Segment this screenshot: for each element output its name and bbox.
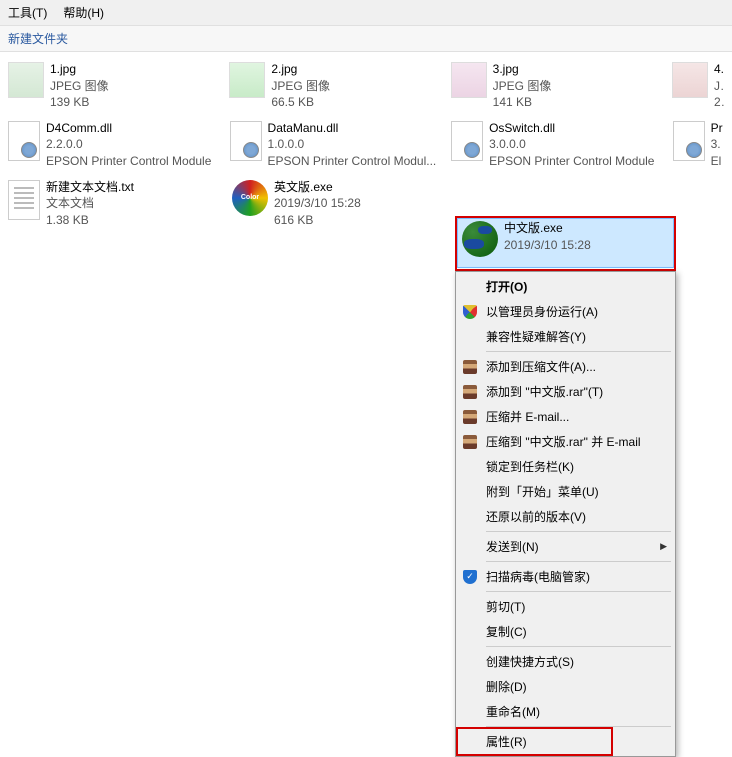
menu-compress-email[interactable]: 压缩并 E-mail... <box>458 404 673 429</box>
archive-icon <box>462 434 478 450</box>
txt-icon <box>8 180 40 220</box>
file-name: D4Comm.dll <box>46 121 211 137</box>
file-name: DataManu.dll <box>268 121 437 137</box>
file-item[interactable]: DataManu.dll 1.0.0.0 EPSON Printer Contr… <box>226 119 448 178</box>
menu-separator <box>486 561 671 562</box>
file-item[interactable]: 新建文本文档.txt 文本文档 1.38 KB <box>4 178 228 237</box>
file-item[interactable]: 3.jpg JPEG 图像 141 KB <box>447 60 668 119</box>
menu-separator <box>486 726 671 727</box>
menu-create-shortcut[interactable]: 创建快捷方式(S) <box>458 649 673 674</box>
file-size: 66.5 KB <box>271 95 330 111</box>
jpeg-thumbnail-icon <box>8 62 44 98</box>
exe-globe-icon <box>462 221 498 257</box>
menu-separator <box>486 351 671 352</box>
dll-icon <box>451 121 483 161</box>
file-name: Pr <box>711 121 723 137</box>
menu-open[interactable]: 打开(O) <box>458 274 673 299</box>
file-version: 1.0.0.0 <box>268 137 437 153</box>
file-version: 3.0.0.0 <box>489 137 654 153</box>
menu-copy[interactable]: 复制(C) <box>458 619 673 644</box>
menu-help[interactable]: 帮助(H) <box>63 4 104 21</box>
file-description: EPSON Printer Control Modul... <box>268 154 437 170</box>
menu-pin-start[interactable]: 附到「开始」菜单(U) <box>458 479 673 504</box>
file-size: 616 KB <box>274 213 361 229</box>
file-version: 3. <box>711 137 723 153</box>
file-type: 文本文档 <box>46 196 134 212</box>
menu-separator <box>486 591 671 592</box>
menu-run-as-admin[interactable]: 以管理员身份运行(A) <box>458 299 673 324</box>
file-item[interactable]: D4Comm.dll 2.2.0.0 EPSON Printer Control… <box>4 119 226 178</box>
jpeg-thumbnail-icon <box>672 62 708 98</box>
archive-icon <box>462 409 478 425</box>
file-type: JPEG 图像 <box>271 79 330 95</box>
dll-icon <box>8 121 40 161</box>
menu-add-rar[interactable]: 添加到 "中文版.rar"(T) <box>458 379 673 404</box>
file-size: 141 KB <box>493 95 552 111</box>
file-name: 2.jpg <box>271 62 330 78</box>
file-size: 139 KB <box>50 95 109 111</box>
selection-highlight-box: 中文版.exe 2019/3/10 15:28 <box>455 216 676 271</box>
menu-rename[interactable]: 重命名(M) <box>458 699 673 724</box>
exe-color-icon: Color <box>232 180 268 216</box>
file-version: 2.2.0.0 <box>46 137 211 153</box>
menu-separator <box>486 531 671 532</box>
file-item[interactable]: 2.jpg JPEG 图像 66.5 KB <box>225 60 446 119</box>
file-date: 2019/3/10 15:28 <box>504 238 591 254</box>
file-type: JP <box>714 79 724 95</box>
shield-icon <box>462 304 478 320</box>
context-menu: 打开(O) 以管理员身份运行(A) 兼容性疑难解答(Y) 添加到压缩文件(A).… <box>455 271 676 757</box>
dll-icon <box>230 121 262 161</box>
dll-icon <box>673 121 705 161</box>
file-name: OsSwitch.dll <box>489 121 654 137</box>
file-description: El <box>711 154 723 170</box>
archive-icon <box>462 384 478 400</box>
menu-restore-previous[interactable]: 还原以前的版本(V) <box>458 504 673 529</box>
file-item[interactable]: Color 英文版.exe 2019/3/10 15:28 616 KB <box>228 178 452 237</box>
shield-check-icon: ✓ <box>462 569 478 585</box>
file-name: 中文版.exe <box>504 221 591 237</box>
file-item-selected[interactable]: 中文版.exe 2019/3/10 15:28 <box>457 218 674 268</box>
file-name: 英文版.exe <box>274 180 361 196</box>
file-name: 4. <box>714 62 724 78</box>
menu-send-to[interactable]: 发送到(N) ▶ <box>458 534 673 559</box>
jpeg-thumbnail-icon <box>451 62 487 98</box>
menu-cut[interactable]: 剪切(T) <box>458 594 673 619</box>
file-item[interactable]: 1.jpg JPEG 图像 139 KB <box>4 60 225 119</box>
file-name: 3.jpg <box>493 62 552 78</box>
archive-icon <box>462 359 478 375</box>
menu-compress-rar-email[interactable]: 压缩到 "中文版.rar" 并 E-mail <box>458 429 673 454</box>
menu-separator <box>486 646 671 647</box>
file-item[interactable]: 4. JP 23 <box>668 60 728 119</box>
menu-scan-virus[interactable]: ✓ 扫描病毒(电脑管家) <box>458 564 673 589</box>
file-name: 1.jpg <box>50 62 109 78</box>
file-name: 新建文本文档.txt <box>46 180 134 196</box>
menu-pin-taskbar[interactable]: 锁定到任务栏(K) <box>458 454 673 479</box>
menu-compatibility[interactable]: 兼容性疑难解答(Y) <box>458 324 673 349</box>
file-item[interactable]: Pr 3. El <box>669 119 728 178</box>
file-item[interactable]: OsSwitch.dll 3.0.0.0 EPSON Printer Contr… <box>447 119 669 178</box>
jpeg-thumbnail-icon <box>229 62 265 98</box>
menu-add-archive[interactable]: 添加到压缩文件(A)... <box>458 354 673 379</box>
menu-delete[interactable]: 删除(D) <box>458 674 673 699</box>
file-date: 2019/3/10 15:28 <box>274 196 361 212</box>
file-type: JPEG 图像 <box>493 79 552 95</box>
menu-tools[interactable]: 工具(T) <box>8 4 47 21</box>
file-description: EPSON Printer Control Module <box>489 154 654 170</box>
chevron-right-icon: ▶ <box>660 541 667 552</box>
file-description: EPSON Printer Control Module <box>46 154 211 170</box>
menu-properties[interactable]: 属性(R) <box>458 729 673 754</box>
new-folder-link[interactable]: 新建文件夹 <box>8 32 68 46</box>
file-type: JPEG 图像 <box>50 79 109 95</box>
file-size: 1.38 KB <box>46 213 134 229</box>
properties-highlight-box <box>456 727 613 756</box>
file-size: 23 <box>714 95 724 111</box>
